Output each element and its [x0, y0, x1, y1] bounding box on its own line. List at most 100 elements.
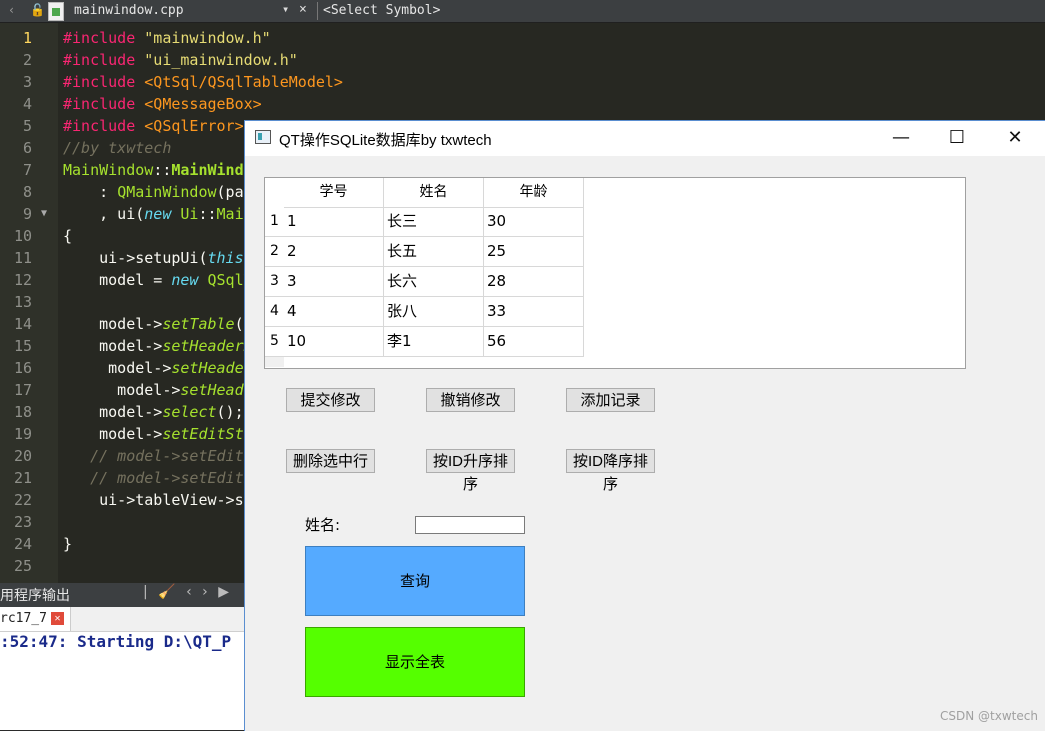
line-number: 25 — [13, 557, 32, 575]
cell-id[interactable]: 4 — [284, 297, 384, 327]
column-header-age[interactable]: 年龄 — [484, 178, 584, 208]
cell-id[interactable]: 2 — [284, 237, 384, 267]
code-text: model->select(); — [63, 403, 244, 421]
cell-age[interactable]: 25 — [484, 237, 584, 267]
code-text: #include <QSqlError> — [63, 117, 244, 135]
output-text: :52:47: Starting D:\QT_P — [0, 632, 232, 651]
file-dropdown-icon[interactable]: ▾ — [282, 2, 289, 16]
code-line: 3 #include <QtSql/QSqlTableModel> — [0, 71, 1045, 93]
table-view[interactable]: 学号 姓名 年龄 1 1 长三 30 2 2 长五 25 3 3 长六 28 4 4 张八 33 5 10 李1 56 — [264, 177, 966, 369]
line-number: 21 — [13, 469, 32, 487]
fold-arrow-icon[interactable]: ▼ — [41, 203, 47, 225]
lock-icon[interactable]: 🔓 — [30, 3, 45, 17]
cell-age[interactable]: 33 — [484, 297, 584, 327]
line-number: 1 — [22, 29, 32, 47]
line-number: 2 — [22, 51, 32, 69]
broom-icon[interactable]: 🧹 — [158, 584, 175, 600]
submit-changes-button[interactable]: 提交修改 — [286, 388, 375, 412]
output-pane-title: 用程序输出 — [0, 588, 70, 604]
next-arrow-icon[interactable]: › — [202, 584, 208, 600]
output-tabs: rc17_7 ✕ — [0, 607, 245, 632]
name-label: 姓名: — [305, 516, 341, 534]
output-tab-label: rc17_7 — [0, 611, 47, 626]
editor-file-tab[interactable]: mainwindow.cpp — [74, 3, 184, 18]
back-arrow-icon[interactable]: ‹ — [8, 3, 15, 17]
output-toolbar: | 🧹 ‹ › ▶ — [143, 584, 235, 600]
line-number: 12 — [13, 271, 32, 289]
line-number: 4 — [22, 95, 32, 113]
code-line: 2 #include "ui_mainwindow.h" — [0, 49, 1045, 71]
line-number: 13 — [13, 293, 32, 311]
delete-selected-row-button[interactable]: 删除选中行 — [286, 449, 375, 473]
show-all-button[interactable]: 显示全表 — [305, 627, 525, 697]
sort-id-ascending-button[interactable]: 按ID升序排序 — [426, 449, 515, 493]
code-text: { — [63, 227, 73, 245]
close-file-button[interactable]: × — [299, 2, 307, 17]
cell-id[interactable]: 3 — [284, 267, 384, 297]
code-line: 4 #include <QMessageBox> — [0, 93, 1045, 115]
line-number: 20 — [13, 447, 32, 465]
cell-name[interactable]: 李1 — [384, 327, 484, 357]
line-number: 7 — [22, 161, 32, 179]
run-icon[interactable]: ▶ — [218, 584, 229, 600]
table-corner-button[interactable] — [265, 178, 284, 207]
ide-editor-toolbar: ‹ 🔓 mainwindow.cpp ▾ × <Select Symbol> — [0, 0, 1045, 23]
cell-name[interactable]: 张八 — [384, 297, 484, 327]
code-text: #include <QMessageBox> — [63, 95, 262, 113]
line-number: 23 — [13, 513, 32, 531]
sort-id-descending-button[interactable]: 按ID降序排序 — [566, 449, 655, 493]
cell-name[interactable]: 长三 — [384, 207, 484, 237]
row-header[interactable]: 5 — [265, 327, 284, 357]
row-header[interactable]: 1 — [265, 207, 284, 237]
line-number: 24 — [13, 535, 32, 553]
cell-id[interactable]: 10 — [284, 327, 384, 357]
code-line: 1 #include "mainwindow.h" — [0, 27, 1045, 49]
line-number: 16 — [13, 359, 32, 377]
line-number: 10 — [13, 227, 32, 245]
row-header[interactable]: 4 — [265, 297, 284, 327]
close-icon[interactable]: ✕ — [50, 612, 64, 625]
window-titlebar[interactable]: QT操作SQLite数据库by txwtech — ☐ ✕ — [245, 121, 1045, 156]
line-number: 3 — [22, 73, 32, 91]
code-text: } — [63, 535, 73, 553]
revert-changes-button[interactable]: 撤销修改 — [426, 388, 515, 412]
toolbar-divider: | — [143, 584, 148, 600]
column-header-id[interactable]: 学号 — [284, 178, 384, 208]
cell-name[interactable]: 长五 — [384, 237, 484, 267]
row-header[interactable]: 2 — [265, 237, 284, 267]
column-header-name[interactable]: 姓名 — [384, 178, 484, 208]
line-number: 8 — [22, 183, 32, 201]
line-number: 9 — [22, 205, 32, 223]
window-title: QT操作SQLite数据库by txwtech — [279, 132, 492, 149]
cell-age[interactable]: 30 — [484, 207, 584, 237]
line-number: 19 — [13, 425, 32, 443]
code-text: #include <QtSql/QSqlTableModel> — [63, 73, 343, 91]
row-header-filler — [265, 357, 284, 367]
query-button[interactable]: 查询 — [305, 546, 525, 616]
symbol-selector[interactable]: <Select Symbol> — [323, 3, 440, 18]
line-number: 18 — [13, 403, 32, 421]
line-number: 5 — [22, 117, 32, 135]
code-text: //by txwtech — [63, 139, 172, 157]
qt-app-window: QT操作SQLite数据库by txwtech — ☐ ✕ 学号 姓名 年龄 1… — [244, 120, 1045, 731]
minimize-button[interactable]: — — [872, 121, 930, 156]
toolbar-divider — [317, 2, 318, 20]
add-record-button[interactable]: 添加记录 — [566, 388, 655, 412]
line-number: 22 — [13, 491, 32, 509]
cell-name[interactable]: 长六 — [384, 267, 484, 297]
line-number: 6 — [22, 139, 32, 157]
output-pane: :52:47: Starting D:\QT_P — [0, 632, 245, 730]
maximize-button[interactable]: ☐ — [928, 121, 986, 156]
prev-arrow-icon[interactable]: ‹ — [186, 584, 192, 600]
cell-age[interactable]: 28 — [484, 267, 584, 297]
cell-age[interactable]: 56 — [484, 327, 584, 357]
row-header[interactable]: 3 — [265, 267, 284, 297]
csdn-watermark: CSDN @txwtech — [940, 709, 1038, 723]
name-input[interactable] — [415, 516, 525, 534]
line-number: 11 — [13, 249, 32, 267]
output-tab-app[interactable]: rc17_7 ✕ — [0, 607, 71, 631]
close-window-button[interactable]: ✕ — [986, 121, 1044, 156]
cell-id[interactable]: 1 — [284, 207, 384, 237]
code-text: #include "ui_mainwindow.h" — [63, 51, 298, 69]
line-number: 17 — [13, 381, 32, 399]
